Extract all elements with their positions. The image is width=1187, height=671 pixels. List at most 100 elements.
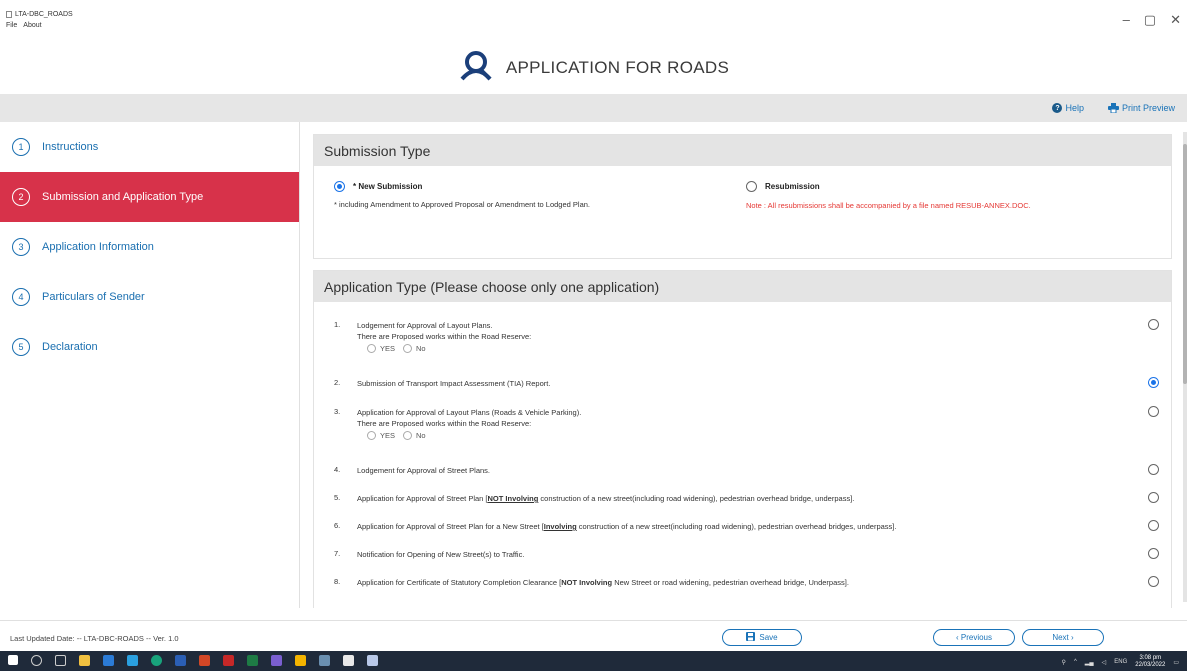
powerpoint-icon[interactable]: [199, 655, 210, 666]
step-label: Application Information: [42, 241, 154, 253]
resubmission-option[interactable]: Resubmission: [746, 181, 1066, 192]
item-text-post: construction of a new street(including r…: [538, 494, 855, 503]
resubmission-radio[interactable]: [746, 181, 757, 192]
step-label: Particulars of Sender: [42, 291, 145, 303]
windows-start-icon[interactable]: [8, 655, 18, 665]
item-number: 6.: [334, 521, 341, 530]
step-number: 2: [12, 188, 30, 206]
search-icon[interactable]: [31, 655, 42, 666]
toolbar: ? Help Print Preview: [0, 94, 1187, 122]
photos-icon[interactable]: [343, 655, 354, 666]
application-radio-5[interactable]: [1148, 492, 1159, 503]
os-taskbar: ⚲ ^ ▂▄ ◁ ENG 3:08 pm 22/03/2022 ▭: [0, 651, 1187, 671]
skype-icon[interactable]: [127, 655, 138, 666]
yes-radio[interactable]: [367, 344, 376, 353]
minimize-button[interactable]: –: [1123, 12, 1130, 28]
application-radio-4[interactable]: [1148, 464, 1159, 475]
step-label: Instructions: [42, 141, 99, 153]
menu-about[interactable]: About: [23, 22, 41, 29]
help-link[interactable]: ? Help: [1052, 103, 1084, 113]
excel-icon[interactable]: [247, 655, 258, 666]
road-reserve-choice: YES No: [367, 430, 1117, 441]
item-text-emphasis: NOT Involving: [487, 494, 539, 503]
maximize-button[interactable]: ▢: [1144, 12, 1156, 28]
item-text-emphasis: NOT Involving: [561, 578, 613, 587]
vertical-scrollbar[interactable]: [1183, 132, 1187, 602]
print-preview-label: Print Preview: [1121, 103, 1175, 113]
task-view-icon[interactable]: [55, 655, 66, 666]
next-button[interactable]: Next ›: [1022, 629, 1104, 646]
app-window: LTA-DBC_ROADS File About – ▢ ✕ APPLICATI…: [0, 0, 1187, 671]
item-number: 5.: [334, 493, 341, 502]
chevron-up-icon[interactable]: ^: [1074, 659, 1077, 665]
steps-sidebar: 1 Instructions 2 Submission and Applicat…: [0, 122, 300, 608]
page-header: APPLICATION FOR ROADS: [0, 36, 1187, 94]
teams-icon[interactable]: [271, 655, 282, 666]
word-icon[interactable]: [175, 655, 186, 666]
title-bar: LTA-DBC_ROADS File About – ▢ ✕: [0, 0, 1187, 36]
sidebar-step-particulars-of-sender[interactable]: 4 Particulars of Sender: [0, 272, 299, 322]
sidebar-step-declaration[interactable]: 5 Declaration: [0, 322, 299, 372]
sidebar-step-instructions[interactable]: 1 Instructions: [0, 122, 299, 172]
sidebar-step-submission-type[interactable]: 2 Submission and Application Type: [0, 172, 299, 222]
road-reserve-question: There are Proposed works within the Road…: [357, 332, 532, 341]
acrobat-icon[interactable]: [223, 655, 234, 666]
new-submission-label: * New Submission: [353, 182, 423, 191]
lta-app-icon[interactable]: [367, 655, 378, 666]
network-icon[interactable]: ▂▄: [1085, 659, 1094, 666]
clock-date: 22/03/2022: [1135, 662, 1166, 668]
item-number: 4.: [334, 465, 341, 474]
file-explorer-icon[interactable]: [79, 655, 90, 666]
snipping-tool-icon[interactable]: [319, 655, 330, 666]
resubmission-note: Note : All resubmissions shall be accomp…: [746, 201, 1031, 210]
language-indicator[interactable]: ENG: [1114, 659, 1127, 665]
window-controls: – ▢ ✕: [1123, 12, 1181, 28]
power-bi-icon[interactable]: [295, 655, 306, 666]
close-button[interactable]: ✕: [1170, 12, 1181, 28]
step-label: Declaration: [42, 341, 98, 353]
item-text: Application for Approval of Street Plan …: [357, 521, 1117, 532]
new-submission-note: * including Amendment to Approved Propos…: [334, 200, 590, 209]
volume-icon[interactable]: ◁: [1102, 659, 1107, 666]
edge-icon[interactable]: [151, 655, 162, 666]
application-radio-3[interactable]: [1148, 406, 1159, 417]
item-text-post: New Street or road widening, pedestrian …: [612, 578, 849, 587]
next-label: Next ›: [1052, 633, 1074, 642]
item-number: 1.: [334, 320, 341, 329]
step-number: 1: [12, 138, 30, 156]
previous-button[interactable]: ‹ Previous: [933, 629, 1015, 646]
notifications-icon[interactable]: ▭: [1173, 659, 1179, 666]
scrollbar-thumb[interactable]: [1183, 144, 1187, 384]
print-preview-link[interactable]: Print Preview: [1107, 103, 1175, 113]
yes-label: YES: [380, 431, 396, 440]
application-radio-8[interactable]: [1148, 576, 1159, 587]
menu-bar: File About: [6, 22, 42, 29]
new-submission-option[interactable]: * New Submission: [334, 181, 590, 192]
item-text-pre: Application for Certificate of Statutory…: [357, 578, 562, 587]
application-radio-7[interactable]: [1148, 548, 1159, 559]
application-radio-2[interactable]: [1148, 377, 1159, 388]
step-label: Submission and Application Type: [42, 191, 204, 203]
people-icon[interactable]: ⚲: [1062, 659, 1066, 666]
previous-label: ‹ Previous: [955, 633, 992, 642]
save-button[interactable]: Save: [722, 629, 802, 646]
menu-file[interactable]: File: [6, 22, 17, 29]
new-submission-radio[interactable]: [334, 181, 345, 192]
no-radio[interactable]: [403, 431, 413, 440]
clock[interactable]: 3:08 pm 22/03/2022: [1135, 655, 1165, 669]
no-radio[interactable]: [403, 344, 413, 353]
item-number: 7.: [334, 549, 341, 558]
section-heading: Submission Type: [314, 135, 1171, 166]
application-radio-1[interactable]: [1148, 319, 1159, 330]
outlook-icon[interactable]: [103, 655, 114, 666]
item-text: Application for Approval of Street Plan …: [357, 493, 1117, 504]
sidebar-step-application-information[interactable]: 3 Application Information: [0, 222, 299, 272]
save-label: Save: [759, 633, 778, 642]
clock-time: 3:08 pm: [1139, 655, 1162, 661]
application-radio-6[interactable]: [1148, 520, 1159, 531]
item-text: Notification for Opening of New Street(s…: [357, 550, 525, 559]
yes-radio[interactable]: [367, 431, 376, 440]
lta-logo-icon: [458, 49, 494, 81]
help-label: Help: [1065, 103, 1084, 113]
item-text-pre: Application for Approval of Street Plan …: [357, 494, 488, 503]
